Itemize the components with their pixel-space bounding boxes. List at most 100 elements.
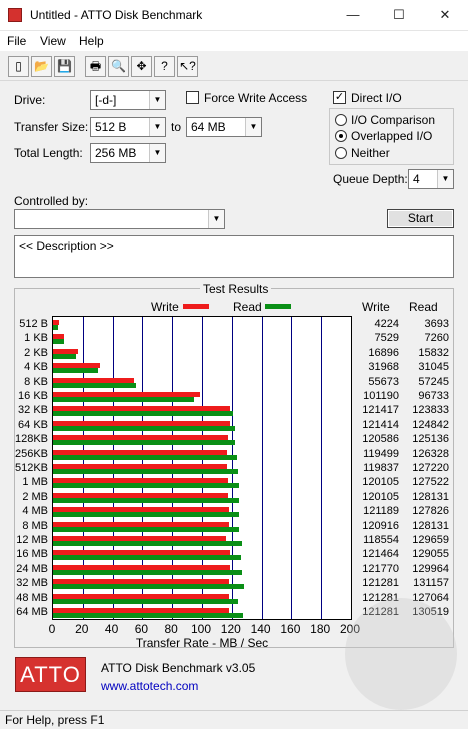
category-label: 512 B bbox=[19, 318, 48, 330]
read-value: 128131 bbox=[412, 519, 449, 532]
test-results-title: Test Results bbox=[200, 282, 272, 296]
read-bar bbox=[53, 497, 240, 503]
total-length-select[interactable]: 256 MB ▼ bbox=[90, 143, 166, 163]
read-bar bbox=[53, 368, 99, 374]
category-label: 64 KB bbox=[18, 418, 48, 431]
read-value: 124842 bbox=[412, 418, 449, 431]
read-value: 129964 bbox=[412, 562, 449, 575]
category-label: 1 KB bbox=[24, 332, 48, 345]
chevron-down-icon: ▼ bbox=[149, 91, 165, 109]
maximize-button[interactable]: ☐ bbox=[376, 0, 422, 31]
print-preview-icon[interactable]: 🔍 bbox=[108, 56, 129, 77]
chevron-down-icon: ▼ bbox=[149, 144, 165, 162]
x-tick-label: 60 bbox=[134, 622, 149, 636]
write-value: 121770 bbox=[362, 562, 399, 575]
neither-label: Neither bbox=[351, 146, 390, 160]
product-version: ATTO Disk Benchmark v3.05 bbox=[101, 661, 256, 675]
write-value: 121414 bbox=[362, 418, 399, 431]
start-button[interactable]: Start bbox=[387, 209, 454, 228]
open-icon[interactable]: 📂 bbox=[31, 56, 52, 77]
write-value: 121189 bbox=[363, 505, 399, 518]
transfer-size-from-select[interactable]: 512 B ▼ bbox=[90, 117, 166, 137]
toolbar: ▯ 📂 💾 🖶 🔍 ✥ ? ↖? bbox=[0, 51, 468, 81]
total-length-label: Total Length: bbox=[14, 146, 83, 160]
category-label: 32 KB bbox=[18, 404, 48, 417]
read-bar bbox=[53, 411, 234, 417]
read-bar bbox=[53, 598, 238, 604]
write-value: 119499 bbox=[363, 447, 399, 460]
legend-read-label: Read bbox=[233, 300, 262, 314]
read-bar bbox=[53, 512, 239, 518]
to-label: to bbox=[171, 120, 182, 134]
category-label: 16 MB bbox=[16, 548, 48, 561]
value-table: 4224 3693 7529 7260 16896 15832 31968 31045 5567… bbox=[355, 316, 454, 620]
chevron-down-icon: ▼ bbox=[437, 170, 453, 188]
website-link[interactable]: www.attotech.com bbox=[101, 679, 198, 693]
read-bar bbox=[53, 454, 237, 460]
read-bar bbox=[53, 584, 244, 590]
write-value: 121417 bbox=[362, 404, 399, 417]
legend-read-swatch bbox=[265, 304, 291, 309]
controlled-by-select[interactable]: ▼ bbox=[14, 209, 225, 229]
force-write-checkbox[interactable] bbox=[186, 91, 199, 104]
legend-write-label: Write bbox=[151, 300, 179, 314]
category-label: 2 KB bbox=[24, 346, 48, 359]
x-tick-label: 20 bbox=[75, 622, 89, 636]
read-bar bbox=[53, 526, 240, 532]
close-button[interactable]: ✕ bbox=[422, 0, 468, 31]
category-label: 4 MB bbox=[22, 505, 48, 518]
drive-select[interactable]: [-d-] ▼ bbox=[90, 90, 166, 110]
write-value: 7529 bbox=[374, 332, 399, 345]
read-value: 96733 bbox=[418, 390, 449, 402]
category-label: 256KB bbox=[14, 447, 48, 460]
read-bar bbox=[53, 353, 77, 359]
x-tick-label: 80 bbox=[164, 622, 178, 636]
read-value: 7260 bbox=[424, 332, 449, 345]
save-icon[interactable]: 💾 bbox=[54, 56, 75, 77]
io-comparison-radio[interactable] bbox=[335, 114, 347, 126]
watermark-logo bbox=[345, 598, 457, 710]
write-value: 118554 bbox=[363, 534, 399, 546]
read-bar bbox=[53, 569, 243, 575]
read-bar bbox=[53, 469, 239, 474]
read-bar bbox=[53, 483, 239, 489]
read-value: 3693 bbox=[424, 318, 449, 330]
chevron-down-icon: ▼ bbox=[149, 118, 165, 136]
x-tick-label: 180 bbox=[310, 622, 331, 636]
queue-depth-value: 4 bbox=[413, 172, 420, 186]
category-label: 512KB bbox=[14, 462, 48, 474]
help-icon[interactable]: ? bbox=[154, 56, 175, 77]
grid-line bbox=[261, 317, 263, 619]
transfer-from-value: 512 B bbox=[95, 120, 127, 134]
read-value: 128131 bbox=[412, 490, 449, 503]
write-value: 121464 bbox=[362, 548, 399, 561]
drive-label: Drive: bbox=[14, 93, 46, 107]
transfer-size-to-select[interactable]: 64 MB ▼ bbox=[186, 117, 262, 137]
queue-depth-select[interactable]: 4 ▼ bbox=[408, 169, 454, 189]
new-icon[interactable]: ▯ bbox=[8, 56, 29, 77]
grid-line bbox=[291, 317, 293, 619]
x-tick-label: 100 bbox=[190, 622, 212, 636]
context-help-icon[interactable]: ↖? bbox=[177, 56, 198, 77]
write-value: 55673 bbox=[368, 375, 399, 388]
read-bar bbox=[53, 425, 235, 431]
menu-view[interactable]: View bbox=[40, 34, 66, 48]
x-tick-label: 160 bbox=[280, 622, 301, 636]
queue-depth-label: Queue Depth: bbox=[333, 172, 408, 186]
print-icon[interactable]: 🖶 bbox=[85, 56, 106, 77]
category-label: 12 MB bbox=[16, 534, 48, 546]
legend-write-swatch bbox=[183, 304, 209, 309]
category-label: 24 MB bbox=[16, 562, 48, 575]
menu-help[interactable]: Help bbox=[79, 34, 104, 48]
read-value: 31045 bbox=[418, 361, 449, 374]
read-value: 131157 bbox=[413, 577, 449, 590]
description-box[interactable]: << Description >> bbox=[14, 235, 454, 278]
read-bar bbox=[53, 440, 236, 446]
menu-file[interactable]: File bbox=[7, 34, 26, 48]
direct-io-checkbox[interactable]: ✓ bbox=[333, 91, 346, 104]
read-value: 129659 bbox=[412, 534, 449, 546]
neither-radio[interactable] bbox=[335, 147, 347, 159]
minimize-button[interactable]: — bbox=[330, 0, 376, 31]
overlapped-io-radio[interactable] bbox=[335, 130, 347, 142]
move-icon[interactable]: ✥ bbox=[131, 56, 152, 77]
